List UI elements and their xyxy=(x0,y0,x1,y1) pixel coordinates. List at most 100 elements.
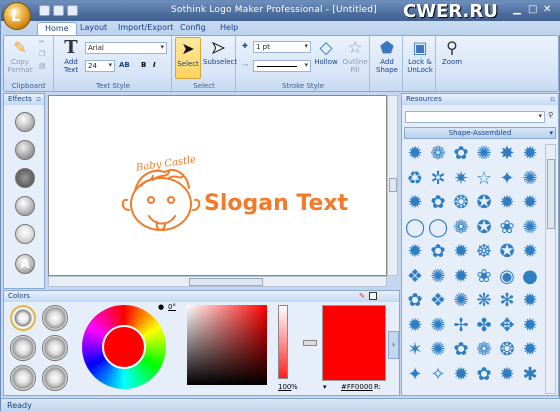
undo-icon[interactable] xyxy=(53,5,64,16)
opacity-value[interactable]: 100 xyxy=(278,383,291,391)
effect-text-a[interactable]: A xyxy=(15,254,35,274)
resource-shape-icon[interactable]: ❋ xyxy=(474,291,494,311)
canvas-vertical-scrollbar[interactable] xyxy=(387,95,398,276)
eyedropper-icon[interactable]: ✎ xyxy=(359,292,365,300)
fill-style-6[interactable] xyxy=(42,365,68,391)
resource-shape-icon[interactable]: ● xyxy=(520,266,540,287)
resource-shape-icon[interactable]: ✹ xyxy=(497,193,517,213)
resource-shape-icon[interactable]: ✤ xyxy=(474,315,494,336)
resource-shape-icon[interactable]: ✿ xyxy=(405,291,425,311)
add-shape-button[interactable]: ⬟ Add Shape xyxy=(372,38,402,74)
tab-config[interactable]: Config xyxy=(173,22,213,35)
horizontal-thumb[interactable] xyxy=(189,278,263,286)
resource-shape-icon[interactable]: ✪ xyxy=(474,217,494,238)
resource-shape-icon[interactable]: ✢ xyxy=(451,315,471,336)
close-icon[interactable]: ✕ xyxy=(543,4,551,18)
resource-shape-icon[interactable]: ✪ xyxy=(497,242,517,262)
resource-shape-icon[interactable]: ✷ xyxy=(451,168,471,189)
case-button[interactable]: AB xyxy=(119,61,130,69)
resource-shape-icon[interactable]: ❁ xyxy=(428,144,448,164)
resource-shape-icon[interactable]: ✦ xyxy=(405,364,425,385)
resource-shape-icon[interactable]: ✱ xyxy=(520,364,540,385)
select-button[interactable]: ➤ Select xyxy=(175,37,201,79)
cut-icon[interactable]: ✂ xyxy=(39,38,45,46)
resource-shape-icon[interactable]: ❁ xyxy=(451,217,471,238)
resources-thumb[interactable] xyxy=(547,159,555,229)
effect-gloss[interactable] xyxy=(15,224,35,244)
opacity-thumb[interactable] xyxy=(303,340,317,346)
lock-unlock-button[interactable]: ▣ Lock & UnLock xyxy=(404,38,436,74)
resource-shape-icon[interactable]: ✹ xyxy=(405,193,425,213)
tab-layout[interactable]: Layout xyxy=(73,22,114,35)
resource-shape-icon[interactable]: ✿ xyxy=(451,340,471,360)
resource-shape-icon[interactable]: ❂ xyxy=(451,193,471,213)
fill-style-2[interactable] xyxy=(42,305,68,331)
resource-shape-icon[interactable]: ✸ xyxy=(497,144,517,164)
resource-shape-icon[interactable]: ✹ xyxy=(451,364,471,385)
resource-shape-icon[interactable]: ✺ xyxy=(520,168,540,189)
design-canvas[interactable]: Baby Castle Slogan Text xyxy=(48,95,387,276)
resource-shape-icon[interactable]: ✿ xyxy=(474,364,494,385)
effect-bevel-1[interactable] xyxy=(15,112,35,132)
resource-shape-icon[interactable]: ✹ xyxy=(520,242,540,262)
resource-shape-icon[interactable]: ◯ xyxy=(428,217,448,238)
pin-icon[interactable]: ▫ xyxy=(36,95,41,103)
resource-shape-icon[interactable]: ✹ xyxy=(520,340,540,360)
fill-style-1[interactable] xyxy=(10,305,36,331)
resource-shape-icon[interactable]: ✹ xyxy=(451,242,471,262)
resource-shape-icon[interactable]: ◉ xyxy=(497,266,517,287)
paste-icon[interactable]: ▤ xyxy=(39,62,46,70)
resource-shape-icon[interactable]: ❁ xyxy=(474,340,494,360)
resource-shape-icon[interactable]: ✹ xyxy=(405,242,425,262)
app-menu-button[interactable]: L xyxy=(3,2,31,30)
minimize-icon[interactable]: ▁ xyxy=(513,4,521,18)
resource-shape-icon[interactable]: ✹ xyxy=(520,315,540,336)
resource-shape-icon[interactable]: ✺ xyxy=(451,291,471,311)
fill-style-5[interactable] xyxy=(10,365,36,391)
resource-shape-icon[interactable]: ❖ xyxy=(428,291,448,311)
resource-shape-icon[interactable]: ✺ xyxy=(428,340,448,360)
save-icon[interactable] xyxy=(39,5,50,16)
resource-shape-icon[interactable]: ✲ xyxy=(428,168,448,189)
outline-fill-button[interactable]: ☆ Outline Fill xyxy=(341,38,369,74)
resource-shape-icon[interactable]: ✹ xyxy=(520,144,540,164)
resource-shape-icon[interactable]: ✦ xyxy=(497,168,517,189)
resource-shape-icon[interactable]: ✹ xyxy=(520,193,540,213)
resource-shape-icon[interactable]: ✹ xyxy=(405,144,425,164)
stroke-width-select[interactable]: 1 pt xyxy=(253,41,311,53)
hex-value[interactable]: #FF0000 xyxy=(341,383,373,391)
subselect-button[interactable]: ➤ Subselect xyxy=(203,38,237,67)
resource-shape-icon[interactable]: ✺ xyxy=(474,144,494,164)
color-dropdown-icon[interactable]: ▾ xyxy=(323,383,327,391)
hollow-button[interactable]: ◇ Hollow xyxy=(313,38,339,66)
stroke-type-select[interactable] xyxy=(253,60,311,72)
font-family-select[interactable]: Arial xyxy=(85,42,167,54)
italic-button[interactable]: I xyxy=(153,61,156,69)
resource-shape-icon[interactable]: ✺ xyxy=(520,217,540,238)
effect-bevel-2[interactable] xyxy=(15,140,35,160)
category-select[interactable]: Shape-Assembled ▾ xyxy=(404,127,556,139)
resource-shape-icon[interactable]: ✿ xyxy=(428,193,448,213)
resource-shape-icon[interactable]: ✹ xyxy=(520,291,540,311)
resource-shape-icon[interactable]: ☆ xyxy=(474,168,494,189)
expand-panel-button[interactable]: › xyxy=(388,331,399,359)
tab-home[interactable]: Home xyxy=(37,22,77,35)
resource-shape-icon[interactable]: ❖ xyxy=(405,266,425,287)
effect-glow[interactable] xyxy=(15,196,35,216)
resource-shape-icon[interactable]: ✥ xyxy=(497,315,517,336)
resource-shape-icon[interactable]: ✶ xyxy=(405,340,425,360)
resource-shape-icon[interactable]: ✹ xyxy=(405,315,425,336)
opacity-slider[interactable] xyxy=(278,305,288,379)
effect-inner-shadow[interactable] xyxy=(15,168,35,188)
resource-shape-icon[interactable]: ❂ xyxy=(497,340,517,360)
resource-shape-icon[interactable]: ✻ xyxy=(497,291,517,311)
tab-help[interactable]: Help xyxy=(213,22,245,35)
resource-shape-icon[interactable]: ❀ xyxy=(474,266,494,287)
resources-scrollbar[interactable] xyxy=(545,144,556,394)
fill-style-4[interactable] xyxy=(42,335,68,361)
font-size-select[interactable]: 24 xyxy=(85,60,115,72)
no-color-icon[interactable] xyxy=(369,292,377,300)
zoom-button[interactable]: ⚲ Zoom xyxy=(439,38,465,66)
resource-shape-icon[interactable]: ✺ xyxy=(428,315,448,336)
angle-value[interactable]: 0° xyxy=(168,303,176,311)
